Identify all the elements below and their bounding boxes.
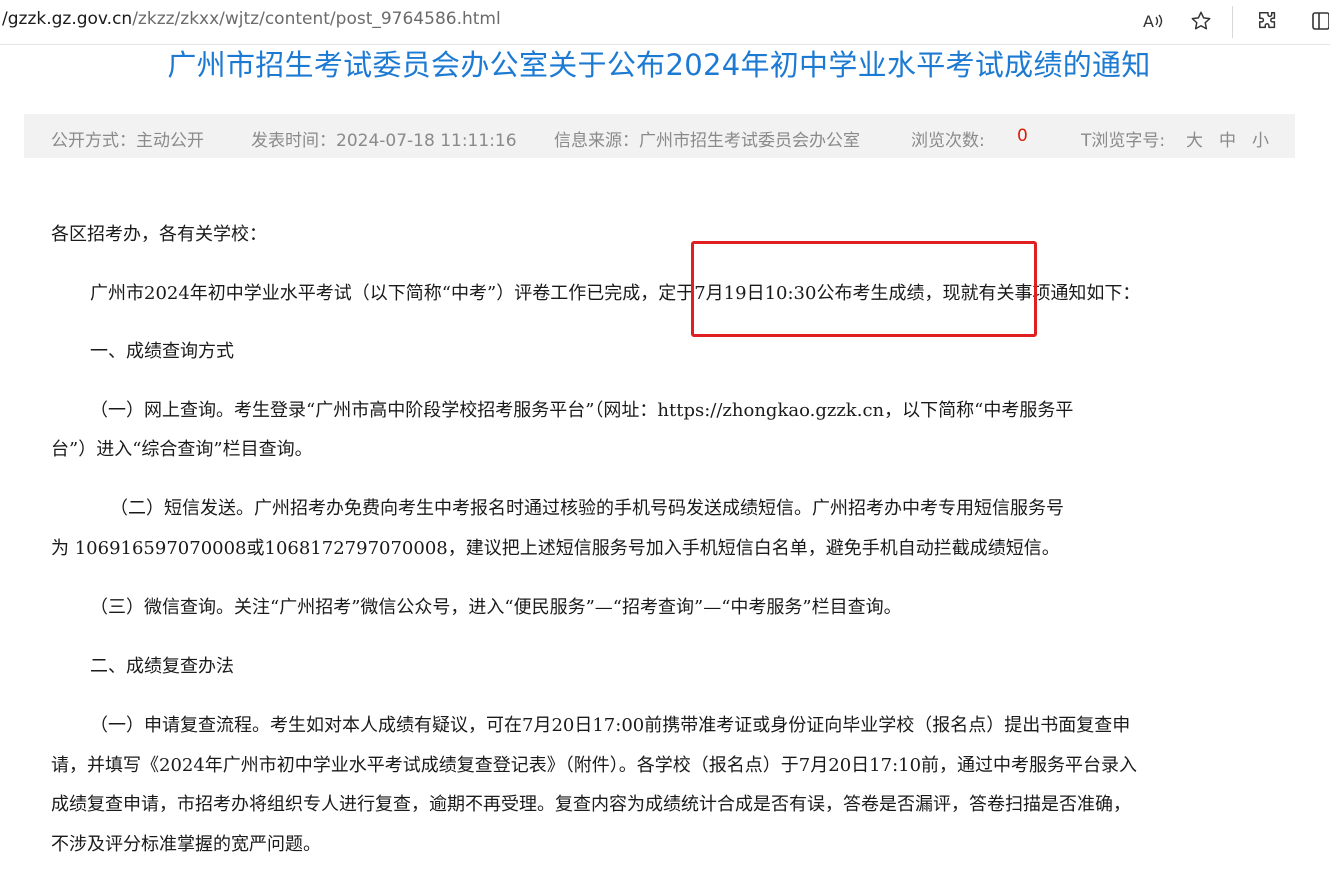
wechat-query-paragraph: （三）微信查询。关注“广州招考”微信公众号，进入“便民服务”—“招考查询”—“中… bbox=[90, 597, 902, 618]
views-label: 浏览次数: bbox=[911, 131, 985, 151]
section-heading-query: 一、成绩查询方式 bbox=[90, 341, 234, 362]
salutation: 各区招考办，各有关学校： bbox=[51, 224, 267, 245]
sms-line-2: 为 106916597070008或106817279707000​8，建议把上… bbox=[51, 538, 1060, 559]
views-count: 0 bbox=[1017, 126, 1028, 146]
publish-time: 发表时间：2024-07-18 11:11:16 bbox=[251, 131, 517, 151]
font-size-small-option[interactable]: 小 bbox=[1252, 126, 1269, 151]
toolbar-divider bbox=[1232, 6, 1233, 38]
extensions-puzzle-icon[interactable] bbox=[1255, 8, 1281, 34]
section-heading-review: 二、成绩复查办法 bbox=[90, 656, 234, 677]
url-path: /zkzz/zkxx/wjtz/content/post_9764586.htm… bbox=[132, 9, 501, 29]
svg-text:A: A bbox=[1143, 12, 1154, 31]
font-size-medium-option[interactable]: 中 bbox=[1219, 126, 1236, 151]
font-size-label: T浏览字号: bbox=[1081, 131, 1166, 151]
split-screen-icon[interactable] bbox=[1308, 8, 1330, 34]
intro-paragraph: 广州市2024年初中学业水平考试（以下简称“中考”）评卷工作已完成，定于7月19… bbox=[90, 283, 1141, 304]
review-line-1: （一）申请复查流程。考生如对本人成绩有疑议，可在7月20日17:00前携带准考证… bbox=[90, 715, 1131, 736]
browser-address-bar: /gzzk.gz.gov.cn/zkzz/zkxx/wjtz/content/p… bbox=[0, 0, 1330, 45]
review-line-3: 成绩复查申请，市招考办将组织专人进行复查，逾期不再受理。复查内容为成绩统计合成是… bbox=[51, 794, 1131, 815]
disclosure-method: 公开方式：主动公开 bbox=[51, 131, 204, 151]
url-field[interactable]: /gzzk.gz.gov.cn/zkzz/zkxx/wjtz/content/p… bbox=[2, 9, 501, 29]
review-line-2: 请，并填写《2024年广州市初中学业水平考试成绩复查登记表》（附件）。各学校（报… bbox=[51, 755, 1138, 776]
online-query-line-1: （一）网上查询。考生登录“广州市高中阶段学校招考服务平台”（网址：https:/… bbox=[90, 400, 1074, 421]
font-size-large-option[interactable]: 大 bbox=[1186, 126, 1203, 151]
url-host: /gzzk.gz.gov.cn bbox=[2, 9, 133, 29]
article-meta-bar: 公开方式：主动公开 发表时间：2024-07-18 11:11:16 信息来源：… bbox=[24, 114, 1295, 158]
review-line-4: 不涉及评分标准掌握的宽严问题。 bbox=[51, 834, 321, 855]
page-title: 广州市招生考试委员会办公室关于公布2024年初中学业水平考试成绩的通知 bbox=[167, 48, 1151, 82]
sms-line-1: （二）短信发送。广州招考办免费向考生中考报名时通过核验的手机号码发送成绩短信。广… bbox=[110, 498, 1064, 519]
info-source: 信息来源：广州市招生考试委员会办公室 bbox=[554, 131, 860, 151]
online-query-line-2: 台”）进入“综合查询”栏目查询。 bbox=[51, 439, 313, 460]
read-aloud-icon[interactable]: A bbox=[1140, 8, 1166, 34]
favorite-star-icon[interactable] bbox=[1188, 8, 1214, 34]
